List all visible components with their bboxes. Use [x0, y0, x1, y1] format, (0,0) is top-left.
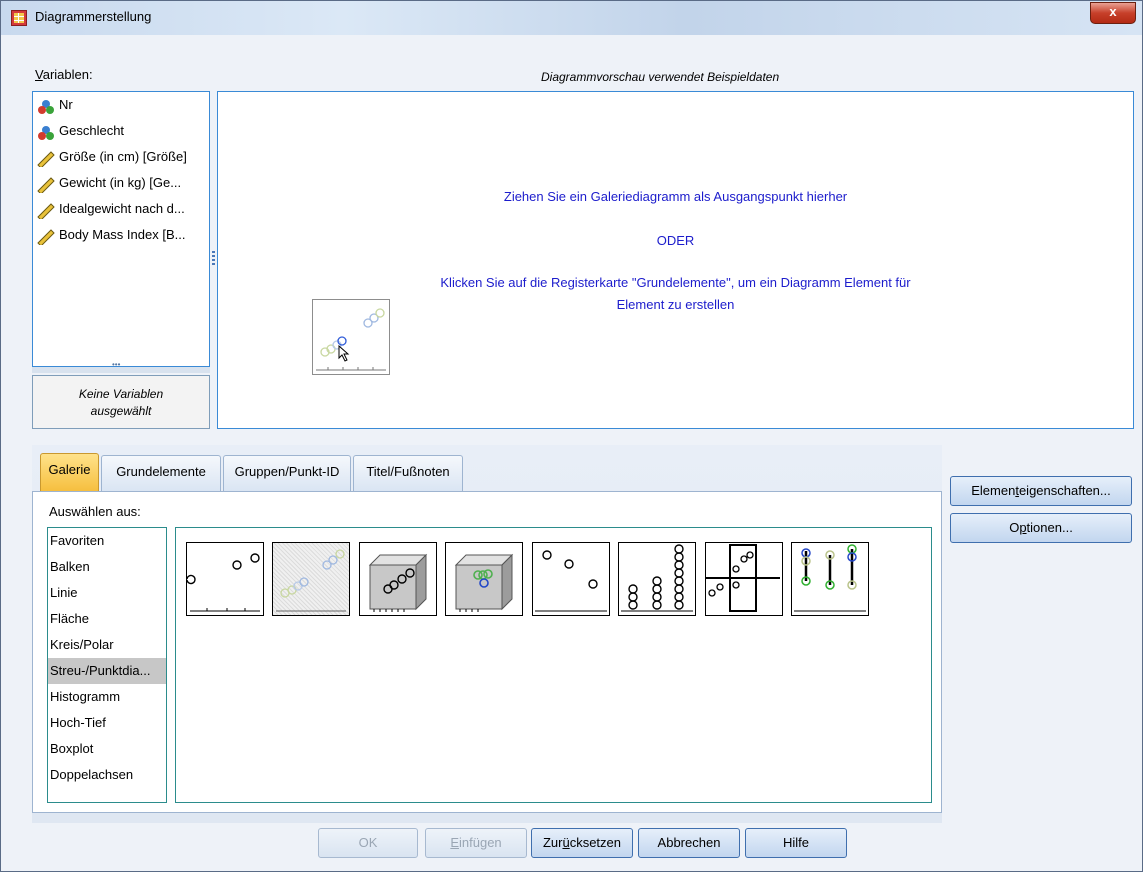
- variable-label: Nr: [59, 97, 73, 112]
- preview-splitter[interactable]: [210, 91, 217, 429]
- element-properties-button[interactable]: Elementeigenschaften...: [950, 476, 1132, 506]
- preview-instruction-2: Klicken Sie auf die Registerkarte "Grund…: [440, 275, 911, 290]
- variable-label: Idealgewicht nach d...: [59, 201, 185, 216]
- chart-type-item[interactable]: Balken: [48, 554, 166, 580]
- scale-ruler-icon: [37, 202, 55, 221]
- variable-item-groesse[interactable]: Größe (in cm) [Größe]: [37, 144, 187, 170]
- drop-line-icon: [794, 544, 866, 612]
- variable-item-geschlecht[interactable]: Geschlecht: [37, 118, 124, 144]
- variable-label: Geschlecht: [59, 123, 125, 138]
- variable-item-bmi[interactable]: Body Mass Index [B...: [37, 222, 185, 248]
- nominal-icon: [37, 98, 55, 114]
- grouped-3d-scatter-thumbnail[interactable]: [445, 542, 523, 616]
- scale-ruler-icon: [37, 150, 55, 169]
- variable-item-nr[interactable]: Nr: [37, 92, 73, 118]
- tab-galerie[interactable]: Galerie: [40, 453, 99, 491]
- chart-builder-window: Diagrammerstellung x Variablen: Nr Gesch…: [0, 0, 1143, 872]
- variable-label: Body Mass Index [B...: [59, 227, 186, 242]
- variable-label: Gewicht (in kg) [Ge...: [59, 175, 182, 190]
- preview-or: ODER: [656, 233, 695, 248]
- chart-type-item[interactable]: Histogramm: [48, 684, 166, 710]
- nominal-icon: [37, 124, 55, 140]
- chart-type-item[interactable]: Boxplot: [48, 736, 166, 762]
- no-variables-line1: Keine Variablen: [78, 387, 164, 401]
- simple-3d-scatter-thumbnail[interactable]: [359, 542, 437, 616]
- scatterplot-matrix-thumbnail[interactable]: [705, 542, 783, 616]
- simple-3d-scatter-icon: [368, 553, 428, 612]
- help-button[interactable]: Hilfe: [745, 828, 847, 858]
- variable-item-idealgewicht[interactable]: Idealgewicht nach d...: [37, 196, 185, 222]
- title-bar[interactable]: Diagrammerstellung x: [1, 1, 1142, 35]
- simple-scatter-thumbnail[interactable]: [186, 542, 264, 616]
- drag-scatter-thumbnail[interactable]: [312, 299, 390, 375]
- chart-type-item[interactable]: Favoriten: [48, 528, 166, 554]
- grouped-scatter-icon: [276, 549, 346, 612]
- close-button[interactable]: x: [1090, 2, 1136, 24]
- variable-label: Größe (in cm) [Größe]: [59, 149, 187, 164]
- reset-button[interactable]: Zurücksetzen: [531, 828, 633, 858]
- variables-label: Variablen:: [35, 67, 93, 82]
- paste-button[interactable]: Einfügen: [425, 828, 527, 858]
- preview-header: Diagrammvorschau verwendet Beispieldaten: [541, 70, 780, 84]
- no-variables-line2: ausgewählt: [90, 404, 152, 418]
- simple-scatter-icon: [186, 553, 260, 612]
- choose-from-label: Auswählen aus:: [49, 504, 141, 519]
- drop-line-thumbnail[interactable]: [791, 542, 869, 616]
- chart-type-item[interactable]: Fläche: [48, 606, 166, 632]
- variable-item-gewicht[interactable]: Gewicht (in kg) [Ge...: [37, 170, 181, 196]
- preview-instruction-1: Ziehen Sie ein Galeriediagramm als Ausga…: [503, 189, 848, 204]
- chart-preview-canvas[interactable]: Ziehen Sie ein Galeriediagramm als Ausga…: [217, 91, 1134, 429]
- tab-grundelemente[interactable]: Grundelemente: [101, 455, 221, 491]
- grouped-scatter-thumbnail[interactable]: [272, 542, 350, 616]
- chart-type-item[interactable]: Kreis/Polar: [48, 632, 166, 658]
- tab-gruppen-punkt-id[interactable]: Gruppen/Punkt-ID: [223, 455, 351, 491]
- scale-ruler-icon: [37, 176, 55, 195]
- grouped-3d-scatter-icon: [454, 553, 514, 612]
- chart-type-item[interactable]: Linie: [48, 580, 166, 606]
- chart-type-list[interactable]: Favoriten Balken Linie Fläche Kreis/Pola…: [47, 527, 167, 803]
- tab-titel-fussnoten[interactable]: Titel/Fußnoten: [353, 455, 463, 491]
- cancel-button[interactable]: Abbrechen: [638, 828, 740, 858]
- simple-dot-plot-icon: [621, 544, 693, 612]
- chart-type-item[interactable]: Doppelachsen: [48, 762, 166, 788]
- chart-type-item-selected[interactable]: Streu-/Punktdia...: [48, 658, 166, 684]
- scatterplot-matrix-icon: [706, 544, 780, 612]
- no-variables-selected: Keine Variablen ausgewählt: [32, 375, 210, 429]
- simple-dot-plot-thumbnail[interactable]: [618, 542, 696, 616]
- options-button[interactable]: Optionen...: [950, 513, 1132, 543]
- scale-ruler-icon: [37, 228, 55, 247]
- window-title: Diagrammerstellung: [35, 9, 152, 24]
- ok-button[interactable]: OK: [318, 828, 418, 858]
- variables-list[interactable]: Nr Geschlecht Größe (in cm) [Größe] Gewi…: [32, 91, 210, 367]
- chart-type-item[interactable]: Hoch-Tief: [48, 710, 166, 736]
- chart-builder-icon: [11, 10, 27, 26]
- variables-splitter[interactable]: [32, 360, 210, 373]
- summary-point-plot-icon: [535, 550, 607, 612]
- grouped-scatter-icon: [316, 308, 386, 371]
- summary-point-plot-thumbnail[interactable]: [532, 542, 610, 616]
